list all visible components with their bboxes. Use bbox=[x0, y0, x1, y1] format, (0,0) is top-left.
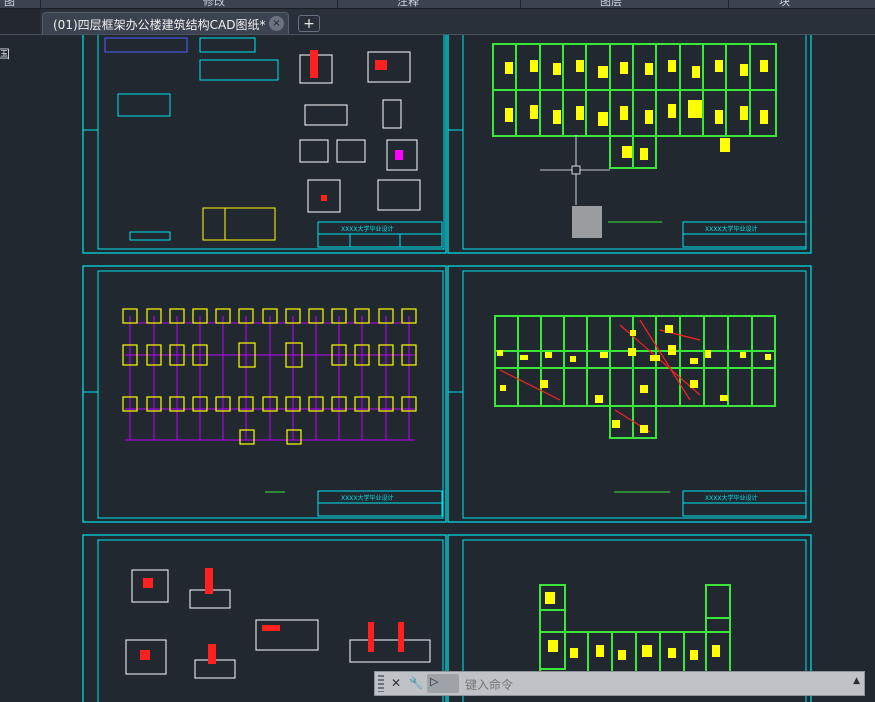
cad-drawing: XXXX大学毕业设计 XXXX大学毕业设计 XXXX大学毕业设计 XXXX大学毕… bbox=[82, 35, 812, 702]
close-icon[interactable]: ✕ bbox=[386, 674, 406, 693]
history-dropdown-icon[interactable]: ▲ bbox=[853, 676, 860, 686]
sheet-2 bbox=[447, 35, 812, 254]
start-tab-stub[interactable] bbox=[0, 9, 40, 34]
column-marks bbox=[545, 592, 720, 660]
sheet-frame bbox=[447, 265, 812, 523]
ucs-crosshair bbox=[540, 135, 610, 205]
document-tab-bar: (01)四层框架办公楼建筑结构CAD图纸* × + bbox=[0, 9, 875, 35]
title-block-text-4: XXXX大学毕业设计 bbox=[705, 494, 757, 502]
column-marks bbox=[505, 60, 768, 160]
drag-handle[interactable] bbox=[378, 675, 384, 692]
prompt-icon: ▷ bbox=[430, 675, 439, 688]
sheet-1 bbox=[82, 35, 447, 254]
rebar-marks bbox=[499, 319, 701, 433]
tab-drawing[interactable]: (01)四层框架办公楼建筑结构CAD图纸* × bbox=[42, 12, 289, 34]
divider bbox=[40, 0, 41, 8]
beam-grid bbox=[539, 584, 731, 673]
command-input[interactable] bbox=[463, 675, 837, 694]
ribbon-section-draw[interactable]: 图 bbox=[4, 0, 15, 8]
ribbon-section-layers[interactable]: 图层 bbox=[600, 0, 622, 8]
tab-label: (01)四层框架办公楼建筑结构CAD图纸* bbox=[53, 18, 266, 32]
close-icon[interactable]: × bbox=[269, 16, 284, 31]
ribbon-section-modify[interactable]: 修改 bbox=[203, 0, 225, 8]
sheet-frame bbox=[82, 265, 447, 523]
axis-lines bbox=[125, 316, 415, 441]
ribbon-section-annotate[interactable]: 注释 bbox=[397, 0, 419, 8]
sheet-frame bbox=[447, 35, 812, 254]
drawing-canvas[interactable]: 国 XXXX大学毕业设计 XXXX大学毕业设计 XXXX大学毕业设计 XXXX大… bbox=[0, 35, 875, 702]
new-tab-button[interactable]: + bbox=[298, 15, 320, 32]
divider bbox=[728, 0, 729, 8]
title-block-text-2: XXXX大学毕业设计 bbox=[705, 225, 757, 233]
sheet-3 bbox=[82, 265, 447, 523]
sheet-4 bbox=[447, 265, 812, 523]
divider bbox=[337, 0, 338, 8]
sheet-border bbox=[97, 35, 445, 250]
command-line: ✕ 🔧 ▷ ▲ bbox=[374, 671, 865, 696]
ribbon-panel-strip: 图 修改 注释 图层 块 bbox=[0, 0, 875, 9]
ribbon-section-block[interactable]: 块 bbox=[779, 0, 790, 8]
command-prompt-button[interactable]: ▷ bbox=[427, 674, 459, 693]
title-block-text-3: XXXX大学毕业设计 bbox=[341, 494, 393, 502]
title-block-text-1: XXXX大学毕业设计 bbox=[341, 225, 393, 233]
wrench-icon[interactable]: 🔧 bbox=[406, 674, 426, 693]
sheet-frame bbox=[82, 35, 447, 254]
divider bbox=[520, 0, 521, 8]
